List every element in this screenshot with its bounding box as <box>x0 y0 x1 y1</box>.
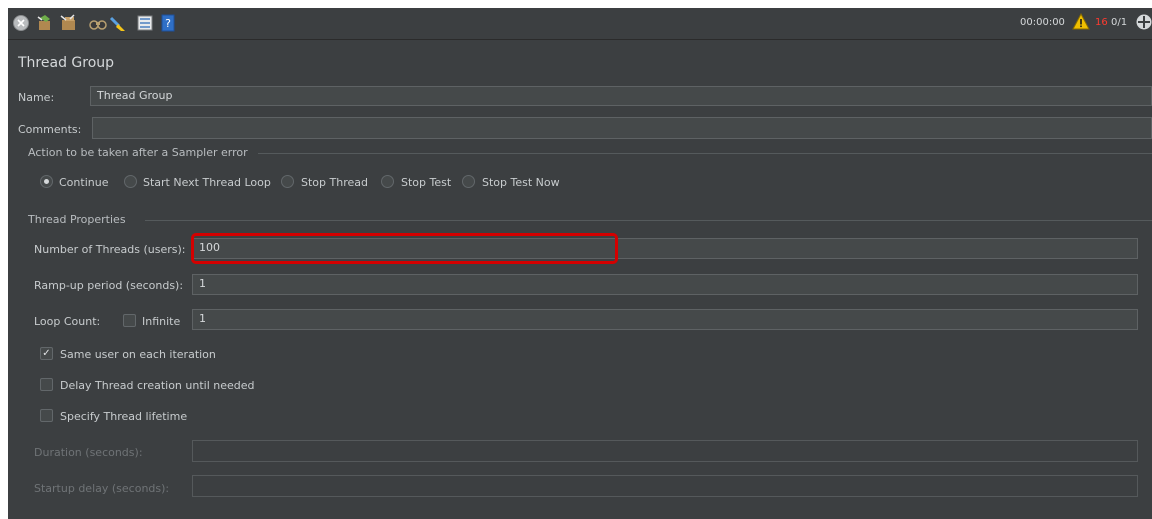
radio-continue-label[interactable]: Continue <box>59 176 108 189</box>
radio-stop-test[interactable] <box>381 175 394 188</box>
reset-search-icon[interactable] <box>109 14 127 32</box>
jmeter-window: ? 00:00:00 16 0/1 Thread Group Name: Thr… <box>8 8 1152 519</box>
num-threads-label: Number of Threads (users): <box>34 243 186 256</box>
highlight-box <box>191 233 618 264</box>
checkmark-icon: ✓ <box>42 348 51 359</box>
section-divider <box>145 220 1152 221</box>
delay-creation-checkbox[interactable] <box>40 378 53 391</box>
loop-count-field[interactable]: 1 <box>192 309 1138 330</box>
name-field[interactable]: Thread Group <box>90 86 1152 106</box>
duration-field[interactable] <box>192 440 1138 462</box>
help-icon[interactable]: ? <box>159 14 177 32</box>
thread-properties-section-label: Thread Properties <box>28 213 126 226</box>
radio-stop-thread-label[interactable]: Stop Thread <box>301 176 368 189</box>
clear-icon[interactable] <box>36 14 54 32</box>
radio-stop-test-now-label[interactable]: Stop Test Now <box>482 176 560 189</box>
radio-stop-test-label[interactable]: Stop Test <box>401 176 451 189</box>
section-divider <box>258 153 1152 154</box>
clear-all-icon[interactable] <box>60 14 78 32</box>
radio-selected-dot <box>44 179 49 184</box>
infinite-label[interactable]: Infinite <box>142 315 180 328</box>
radio-start-next-thread-loop[interactable] <box>124 175 137 188</box>
toolbar: ? 00:00:00 16 0/1 <box>8 8 1152 40</box>
sampler-error-section-label: Action to be taken after a Sampler error <box>28 146 248 159</box>
panel-title: Thread Group <box>18 55 115 71</box>
duration-label: Duration (seconds): <box>34 446 143 459</box>
startup-delay-label: Startup delay (seconds): <box>34 482 170 495</box>
radio-start-next-thread-loop-label[interactable]: Start Next Thread Loop <box>143 176 271 189</box>
radio-continue[interactable] <box>40 175 53 188</box>
infinite-checkbox[interactable] <box>123 314 136 327</box>
ramp-up-label: Ramp-up period (seconds): <box>34 279 184 292</box>
ramp-up-field[interactable]: 1 <box>192 274 1138 295</box>
remote-status-icon <box>1136 14 1152 30</box>
error-count[interactable]: 16 <box>1095 17 1108 28</box>
name-label: Name: <box>18 91 55 104</box>
same-user-label[interactable]: Same user on each iteration <box>60 348 216 361</box>
delay-creation-label[interactable]: Delay Thread creation until needed <box>60 379 255 392</box>
loop-count-label: Loop Count: <box>34 315 101 328</box>
specify-lifetime-checkbox[interactable] <box>40 409 53 422</box>
comments-label: Comments: <box>18 123 82 136</box>
search-icon[interactable] <box>89 14 107 32</box>
radio-stop-test-now[interactable] <box>462 175 475 188</box>
comments-field[interactable] <box>92 117 1152 139</box>
warning-icon[interactable] <box>1072 13 1090 31</box>
stop-icon[interactable] <box>12 14 30 32</box>
specify-lifetime-label[interactable]: Specify Thread lifetime <box>60 410 187 423</box>
elapsed-timer: 00:00:00 <box>1020 17 1065 28</box>
same-user-checkbox[interactable]: ✓ <box>40 347 53 360</box>
startup-delay-field[interactable] <box>192 475 1138 497</box>
radio-stop-thread[interactable] <box>281 175 294 188</box>
svg-text:?: ? <box>165 17 171 30</box>
thread-count: 0/1 <box>1111 17 1128 28</box>
function-helper-icon[interactable] <box>136 14 154 32</box>
